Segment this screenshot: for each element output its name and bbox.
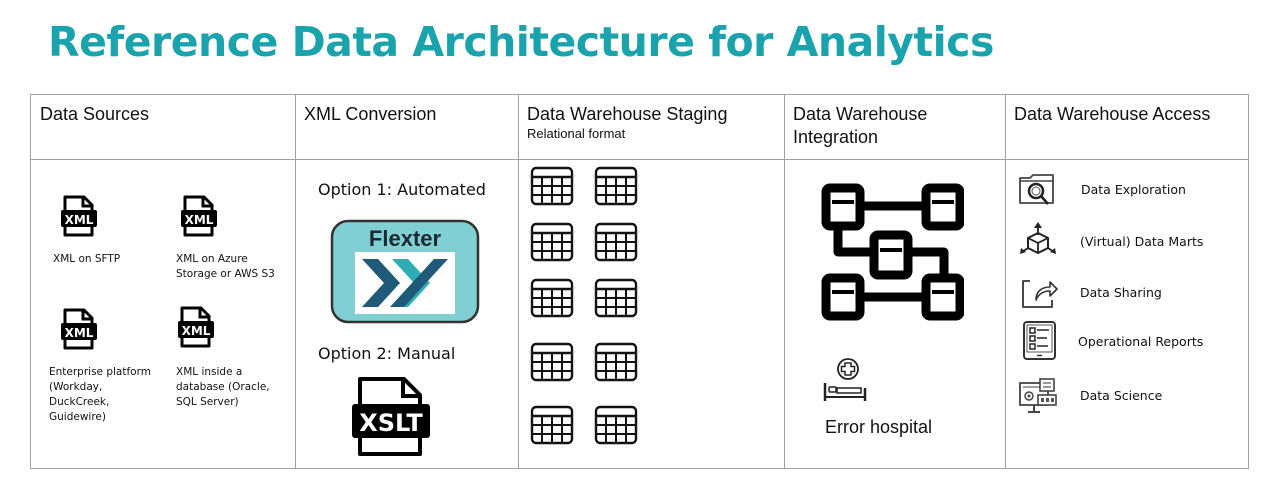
svg-text:XML: XML	[182, 324, 211, 338]
option-automated-label: Option 1: Automated	[318, 180, 486, 199]
source-label: Enterprise platform (Workday, DuckCreek,…	[49, 366, 151, 423]
header-access: Data Warehouse Access	[1014, 104, 1211, 124]
column-divider	[518, 95, 519, 468]
table-icon	[530, 278, 574, 318]
svg-text:XML: XML	[185, 213, 214, 227]
flexter-logo: Flexter	[330, 219, 480, 324]
folder-search-icon	[1019, 174, 1054, 205]
data-model-icon	[821, 183, 964, 321]
xml-file-icon: XML	[60, 308, 99, 350]
table-icon	[530, 222, 574, 262]
header-integration: Data Warehouse Integration	[793, 104, 928, 147]
cube-arrows-icon	[1020, 222, 1056, 255]
option-manual-label: Option 2: Manual	[318, 344, 456, 363]
access-label: Data Exploration	[1081, 182, 1186, 197]
xslt-file-icon: XSLT	[352, 377, 430, 456]
svg-text:XML: XML	[65, 213, 94, 227]
table-icon	[594, 278, 638, 318]
header-data-sources: Data Sources	[40, 104, 150, 124]
table-icon	[530, 342, 574, 382]
table-icon	[594, 405, 638, 445]
hospital-bed-icon	[823, 358, 867, 401]
header-staging-subtitle: Relational format	[527, 126, 626, 141]
error-hospital-label: Error hospital	[825, 417, 933, 437]
report-checklist-icon	[1023, 321, 1056, 360]
source-label: XML inside a database (Oracle, SQL Serve…	[176, 366, 270, 408]
table-icon	[594, 342, 638, 382]
column-divider	[1005, 95, 1006, 468]
table-icon	[594, 222, 638, 262]
column-divider	[295, 95, 296, 468]
access-label: Data Sharing	[1080, 285, 1162, 300]
header-staging-title: Data Warehouse Staging	[527, 104, 728, 124]
table-icon	[594, 166, 638, 206]
access-label: Operational Reports	[1078, 334, 1204, 349]
header-xml-conversion: XML Conversion	[304, 104, 437, 124]
xml-file-icon: XML	[177, 306, 216, 348]
column-divider	[784, 95, 785, 468]
svg-text:XSLT: XSLT	[359, 409, 423, 437]
source-label: XML on Azure Storage or AWS S3	[176, 253, 275, 280]
access-label: Data Science	[1080, 388, 1163, 403]
header-divider	[31, 159, 1248, 160]
table-icon	[530, 405, 574, 445]
access-label: (Virtual) Data Marts	[1080, 234, 1204, 249]
xml-file-icon: XML	[180, 195, 219, 237]
svg-text:Flexter: Flexter	[369, 226, 442, 251]
data-science-dashboard-icon	[1019, 378, 1057, 413]
source-label: XML on SFTP	[53, 253, 121, 265]
table-icon	[530, 166, 574, 206]
header-staging: Data Warehouse Staging Relational format	[527, 103, 727, 142]
xml-file-icon: XML	[60, 195, 99, 237]
page-title: Reference Data Architecture for Analytic…	[48, 18, 994, 66]
svg-text:XML: XML	[65, 326, 94, 340]
share-icon	[1022, 280, 1058, 308]
